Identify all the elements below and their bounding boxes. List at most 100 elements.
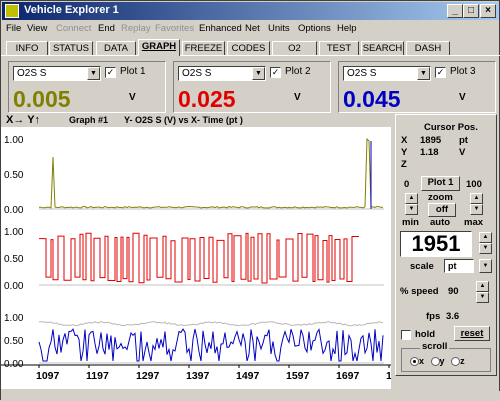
graph-area[interactable]: 1.000.500.001.000.500.001.000.500.001097… [1,127,391,389]
plot-unit: V [129,92,136,103]
cursor-y-unit: V [459,147,466,158]
plot-value: 0.025 [178,86,236,112]
scroll-y-radio[interactable] [430,357,440,367]
spin-up-icon[interactable]: ▲ [470,193,483,204]
x-tick-label: 1497 [236,370,260,382]
min-spinner[interactable]: ▲ ▼ [405,193,418,215]
cursor-x-value: 1895 [420,135,442,146]
sensor-select[interactable]: O2S S ▼ [343,66,431,81]
graph-title: Graph #1 [69,115,109,125]
tab-test[interactable]: TEST [319,41,359,56]
plot-checkbox[interactable]: ✓ [270,67,281,78]
graph-control-panel: Cursor Pos. X 1895 pt Y 1.18 V Z 0 Plot … [395,114,497,376]
tab-dash[interactable]: DASH [406,41,450,56]
speed-spinner[interactable]: ▲ ▼ [476,281,489,303]
x-tick-label: 1397 [186,370,210,382]
menu-view[interactable]: View [27,23,47,34]
tab-freeze[interactable]: FREEZE [182,41,225,56]
fps-value: 3.6 [446,311,460,322]
tab-info[interactable]: INFO [6,41,48,56]
scale-value: 1951 [400,231,472,257]
x-tick-label: 1597 [286,370,310,382]
spin-up-icon[interactable]: ▲ [405,193,418,204]
maximize-button[interactable]: □ [463,4,479,18]
spin-down-icon[interactable]: ▼ [476,292,489,303]
plot-checkbox[interactable]: ✓ [435,67,446,78]
plot-panel-1: O2S S ▼ ✓ Plot 1 0.005 V [8,61,166,113]
x-tick-label: 1697 [336,370,360,382]
plot-unit: V [294,92,301,103]
tab-graph[interactable]: GRAPH [138,39,180,56]
scale-unit-select[interactable]: pt [444,259,474,273]
zoom-off-button[interactable]: off [428,203,456,217]
chevron-down-icon[interactable]: ▼ [87,67,100,80]
plot-value: 0.045 [343,86,401,112]
spin-down-icon[interactable]: ▼ [479,243,492,254]
zoom-label: zoom [428,192,453,203]
min-label: min [402,217,419,228]
menu-net[interactable]: Net [245,23,260,34]
tab-search[interactable]: SEARCH [361,41,404,56]
cursor-x-label: X [401,135,408,146]
y-tick-label: 1.00 [4,135,24,146]
menu-units[interactable]: Units [268,23,290,34]
menu-bar: File View Connect End Replay Favorites Enhance… [2,21,499,37]
x-tick-label: 1097 [36,370,60,382]
hold-checkbox[interactable] [401,330,411,340]
plot-label: Plot 2 [285,66,311,77]
y-tick-label: 0.00 [4,205,24,216]
cursor-y-label: Y [401,147,408,158]
menu-file[interactable]: File [6,23,21,34]
sensor-select[interactable]: O2S S ▼ [178,66,266,81]
graph-header: X→ Y↑ Graph #1 Y- O2S S (V) vs X- Time (… [6,114,396,127]
title-bar: Vehicle Explorer 1 _ □ × [2,2,499,20]
menu-replay[interactable]: Replay [121,23,151,34]
scale-spinner[interactable]: ▲ ▼ [479,232,492,254]
x-tick-label: 1197 [86,370,109,382]
chevron-down-icon[interactable]: ▼ [479,259,492,273]
plot-select-button[interactable]: Plot 1 [421,176,460,191]
reset-button[interactable]: reset [454,326,490,341]
spin-down-icon[interactable]: ▼ [470,204,483,215]
menu-favorites[interactable]: Favorites [155,23,194,34]
plot-checkbox[interactable]: ✓ [105,67,116,78]
spin-up-icon[interactable]: ▲ [479,232,492,243]
menu-connect[interactable]: Connect [56,23,91,34]
speed-label: % speed [400,286,439,297]
x-tick-label: 1297 [136,370,160,382]
graph-description: Y- O2S S (V) vs X- Time (pt ) [124,115,243,125]
tab-status[interactable]: STATUS [49,41,93,56]
range-min-value: 0 [404,179,410,190]
tab-data[interactable]: DATA [96,41,136,56]
scale-unit-dropdown[interactable]: ▼ [479,259,492,273]
scroll-z-radio[interactable] [451,357,461,367]
y-tick-label: 1.00 [4,227,24,238]
y-tick-label: 0.50 [4,336,24,347]
tab-o2[interactable]: O2 [272,41,317,56]
series-line-reference [38,320,384,327]
chevron-down-icon[interactable]: ▼ [417,67,430,80]
tab-strip: INFO STATUS DATA GRAPH FREEZE CODES O2 TEST SEAR… [1,39,500,56]
menu-options[interactable]: Options [298,23,331,34]
chevron-down-icon[interactable]: ▼ [252,67,265,80]
max-spinner[interactable]: ▲ ▼ [470,193,483,215]
app-icon [5,4,19,18]
plot-unit: V [459,92,466,103]
menu-enhanced[interactable]: Enhanced [199,23,242,34]
series-line-plot3 [38,328,384,362]
menu-end[interactable]: End [98,23,115,34]
spin-up-icon[interactable]: ▲ [476,281,489,292]
window-title: Vehicle Explorer 1 [24,4,119,16]
close-button[interactable]: × [480,4,496,18]
scroll-x-radio[interactable] [410,357,419,367]
range-max-value: 100 [466,179,482,190]
plot-panel-3: O2S S ▼ ✓ Plot 3 0.045 V [338,61,496,113]
spin-down-icon[interactable]: ▼ [405,204,418,215]
menu-help[interactable]: Help [337,23,357,34]
hold-label: hold [415,329,436,340]
tab-codes[interactable]: CODES [227,41,270,56]
y-tick-label: 0.00 [4,281,24,292]
minimize-button[interactable]: _ [447,4,463,18]
auto-label: auto [430,217,451,228]
sensor-select[interactable]: O2S S ▼ [13,66,101,81]
